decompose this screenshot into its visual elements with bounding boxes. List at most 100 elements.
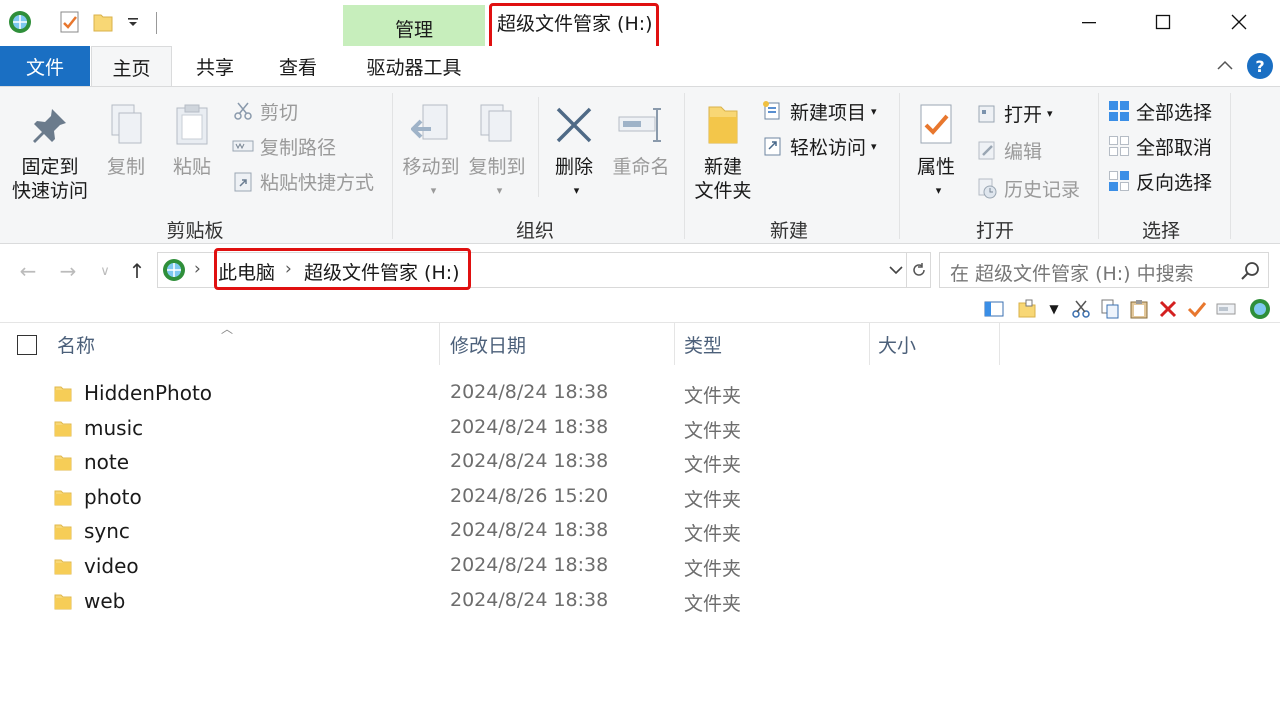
file-name[interactable]: video (84, 554, 139, 578)
file-row[interactable]: video 2024/8/24 18:38 文件夹 (0, 549, 1000, 583)
view-options-chevron-down-icon[interactable]: ▼ (1043, 298, 1065, 320)
new-folder-button[interactable]: 新建 文件夹 (690, 101, 756, 203)
file-name[interactable]: web (84, 589, 125, 613)
close-button[interactable] (1202, 0, 1276, 44)
file-type: 文件夹 (684, 488, 742, 511)
pin-label-line1: 固定到 (21, 156, 79, 178)
breadcrumb-chevron-right-icon[interactable]: › (285, 259, 292, 279)
open-button[interactable]: 打开 ▾ (976, 99, 1053, 127)
search-input[interactable]: 在 超级文件管家 (H:) 中搜索 (950, 259, 1194, 286)
file-row[interactable]: music 2024/8/24 18:38 文件夹 (0, 411, 1000, 445)
forward-arrow-icon[interactable]: → (55, 258, 81, 284)
history-button[interactable]: 历史记录 (976, 174, 1080, 202)
folder-icon (54, 453, 72, 471)
file-row[interactable]: HiddenPhoto 2024/8/24 18:38 文件夹 (0, 376, 1000, 410)
mini-toolbar: ▼ (0, 296, 1280, 322)
search-box[interactable]: 在 超级文件管家 (H:) 中搜索 (939, 252, 1269, 288)
scissors-icon[interactable] (1070, 298, 1092, 320)
select-group-label: 选择 (1141, 220, 1180, 242)
paste-shortcut-button[interactable]: 粘贴快捷方式 (232, 167, 374, 195)
column-header-size-label: 大小 (878, 334, 917, 357)
up-arrow-icon[interactable]: ↑ (124, 258, 150, 284)
refresh-button[interactable] (907, 252, 931, 288)
select-none-icon (1108, 135, 1130, 157)
select-none-button[interactable]: 全部取消 (1108, 132, 1212, 160)
copy-path-icon (232, 135, 254, 157)
new-item-button[interactable]: 新建项目 ▾ (762, 97, 877, 125)
tab-share[interactable]: 共享 (175, 46, 255, 86)
file-name[interactable]: sync (84, 519, 130, 543)
file-row[interactable]: photo 2024/8/26 15:20 文件夹 (0, 480, 1000, 514)
tab-file[interactable]: 文件 (0, 46, 90, 86)
tab-drive-tools[interactable]: 驱动器工具 (343, 46, 485, 86)
file-type: 文件夹 (684, 558, 742, 580)
file-row[interactable]: sync 2024/8/24 18:38 文件夹 (0, 514, 1000, 548)
folder-icon (54, 557, 72, 575)
address-bar[interactable]: › 此电脑 › 超级文件管家 (H:) (157, 252, 907, 288)
column-header-type[interactable]: 类型 (675, 323, 870, 365)
folder-icon (54, 384, 72, 402)
properties-quick-icon[interactable] (57, 9, 83, 35)
copy-button[interactable]: 复制 (100, 101, 152, 179)
column-header-size[interactable]: 大小 (870, 323, 1000, 365)
back-arrow-icon[interactable]: ← (15, 258, 41, 284)
breadcrumb-current-drive[interactable]: 超级文件管家 (H:) (304, 258, 460, 285)
file-row[interactable]: web 2024/8/24 18:38 文件夹 (0, 584, 1000, 618)
delete-button[interactable]: 删除 ▾ (548, 101, 600, 203)
divider (1230, 93, 1231, 239)
properties-button[interactable]: 属性 ▾ (906, 101, 966, 203)
collapse-ribbon-chevron-up-icon[interactable] (1212, 52, 1238, 78)
layout-pane-icon[interactable] (983, 298, 1005, 320)
select-all-checkbox[interactable] (17, 335, 37, 355)
rename-button[interactable]: 重命名 (610, 101, 672, 179)
invert-selection-button[interactable]: 反向选择 (1108, 167, 1212, 195)
easy-access-button[interactable]: 轻松访问 ▾ (762, 132, 877, 160)
file-name[interactable]: note (84, 450, 129, 474)
column-header-type-label: 类型 (684, 334, 723, 357)
globe-icon[interactable] (1249, 298, 1271, 320)
select-all-button[interactable]: 全部选择 (1108, 97, 1212, 125)
file-type: 文件夹 (684, 523, 742, 546)
file-name[interactable]: HiddenPhoto (84, 381, 212, 405)
pin-icon (26, 101, 74, 149)
customize-quick-access-icon[interactable] (120, 9, 146, 35)
file-row[interactable]: note 2024/8/24 18:38 文件夹 (0, 445, 1000, 479)
paste-icon[interactable] (1128, 298, 1150, 320)
tab-home[interactable]: 主页 (91, 46, 172, 87)
file-list: ︿ 名称 修改日期 类型 大小 HiddenPhoto 2024/8/24 18:… (0, 322, 1280, 722)
refresh-icon (912, 263, 925, 276)
file-name[interactable]: photo (84, 485, 142, 509)
file-name[interactable]: music (84, 416, 143, 440)
copy-icon[interactable] (1099, 298, 1121, 320)
minimize-button[interactable] (1052, 0, 1126, 44)
search-icon[interactable] (1240, 261, 1260, 281)
divider (392, 93, 393, 239)
rename-field-icon[interactable] (1215, 298, 1237, 320)
new-folder-quick-icon[interactable] (90, 9, 116, 35)
drive-globe-icon[interactable] (7, 9, 33, 35)
ribbon-tabs: 文件 主页 共享 查看 驱动器工具 (0, 46, 1280, 87)
edit-button[interactable]: 编辑 (976, 136, 1042, 164)
column-header-name[interactable]: 名称 (47, 323, 440, 365)
maximize-button[interactable] (1126, 0, 1200, 44)
file-type: 文件夹 (684, 454, 742, 477)
help-button[interactable]: ? (1247, 53, 1273, 79)
move-to-button[interactable]: 移动到 ▾ (400, 101, 462, 203)
cut-button[interactable]: 剪切 (232, 97, 298, 125)
breadcrumb-chevron-right-icon[interactable]: › (194, 259, 201, 279)
copy-to-button[interactable]: 复制到 ▾ (466, 101, 528, 203)
file-type: 文件夹 (684, 385, 742, 407)
column-header-modified[interactable]: 修改日期 (440, 323, 675, 365)
recent-locations-chevron-down-icon[interactable]: ∨ (92, 258, 118, 284)
checkmark-icon[interactable] (1186, 298, 1208, 320)
open-group-label: 打开 (975, 220, 1014, 242)
copy-path-button[interactable]: 复制路径 (232, 132, 336, 160)
pin-to-quick-access-button[interactable]: 固定到 快速访问 (10, 101, 90, 203)
address-history-chevron-down-icon[interactable] (887, 261, 905, 279)
tab-view[interactable]: 查看 (258, 46, 338, 86)
chevron-down-icon: ▾ (1047, 106, 1053, 120)
delete-x-icon[interactable] (1157, 298, 1179, 320)
folder-view-icon[interactable] (1016, 298, 1038, 320)
breadcrumb-this-pc[interactable]: 此电脑 (218, 258, 275, 285)
paste-button[interactable]: 粘贴 (166, 101, 218, 179)
